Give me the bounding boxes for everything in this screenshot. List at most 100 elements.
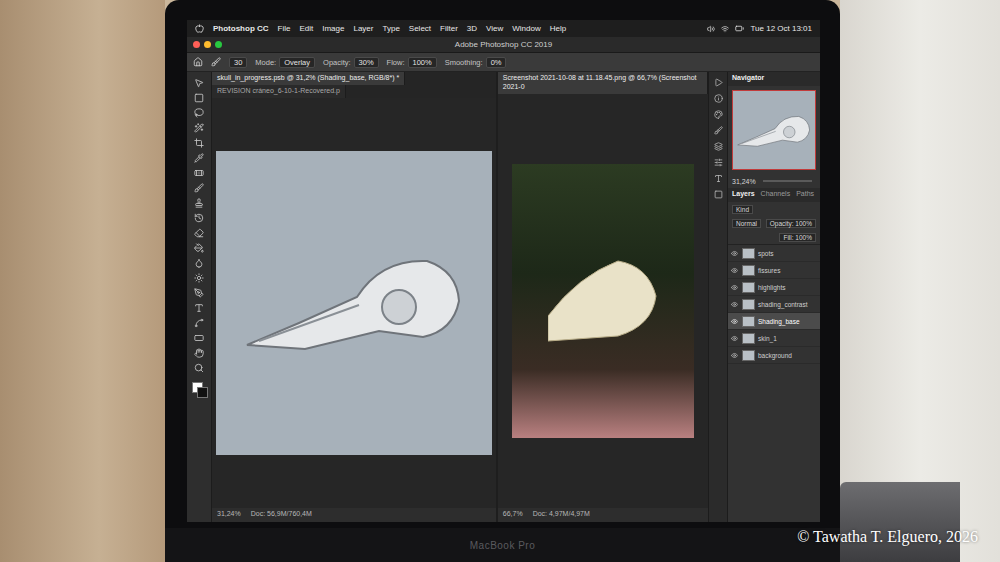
eye-icon[interactable] <box>731 250 738 257</box>
close-button[interactable] <box>193 41 200 48</box>
tool-icon[interactable] <box>194 258 204 268</box>
navigator-preview[interactable] <box>732 90 816 170</box>
tool-icon[interactable] <box>194 363 204 373</box>
layer-row[interactable]: fissures <box>728 262 820 279</box>
tool-icon[interactable] <box>194 153 204 163</box>
menu-item[interactable]: File <box>278 24 291 33</box>
canvas[interactable] <box>212 98 496 509</box>
zoom-value[interactable]: 31,24% <box>732 178 756 185</box>
visibility-toggle[interactable] <box>731 335 739 342</box>
panel-icon[interactable] <box>714 142 723 151</box>
menu-item[interactable]: Window <box>512 24 540 33</box>
eye-icon[interactable] <box>731 335 738 342</box>
visibility-toggle[interactable] <box>731 284 739 291</box>
background-swatch[interactable] <box>197 387 208 398</box>
document-tab[interactable]: Screenshot 2021-10-08 at 11.18.45.png @ … <box>498 72 708 94</box>
panel-icon[interactable] <box>714 126 723 135</box>
eye-icon[interactable] <box>731 301 738 308</box>
visibility-toggle[interactable] <box>731 250 739 257</box>
brush-icon[interactable] <box>211 57 221 67</box>
eye-icon[interactable] <box>731 318 738 325</box>
brush-size[interactable]: 30 <box>229 57 247 68</box>
menu-item[interactable]: Image <box>322 24 344 33</box>
layer-row[interactable]: background <box>728 347 820 364</box>
option-value[interactable]: 30% <box>354 57 379 68</box>
menu-item[interactable]: 3D <box>467 24 477 33</box>
tool-icon[interactable] <box>194 168 204 178</box>
workspace: skull_in_progress.psb @ 31,2% (Shading_b… <box>187 72 820 522</box>
canvas[interactable] <box>498 94 708 509</box>
title-bar: Adobe Photoshop CC 2019 <box>187 37 820 53</box>
menu-item[interactable]: Filter <box>440 24 458 33</box>
panel-icon[interactable] <box>714 158 723 167</box>
panel-icon[interactable] <box>714 190 723 199</box>
layer-opacity[interactable]: Opacity: 100% <box>766 219 816 228</box>
menu-item[interactable]: Help <box>550 24 566 33</box>
tool-icon[interactable] <box>194 228 204 238</box>
tool-icon[interactable] <box>194 288 204 298</box>
layer-row[interactable]: skin_1 <box>728 330 820 347</box>
artboard[interactable] <box>216 151 492 455</box>
tool-icon[interactable] <box>194 348 204 358</box>
menu-item[interactable]: Layer <box>353 24 373 33</box>
document-tab[interactable]: skull_in_progress.psb @ 31,2% (Shading_b… <box>212 72 405 85</box>
apple-icon[interactable] <box>195 24 204 33</box>
tool-icon[interactable] <box>194 273 204 283</box>
tool-icon[interactable] <box>194 123 204 133</box>
volume-icon[interactable] <box>707 25 715 33</box>
panel-tab[interactable]: Layers <box>732 190 755 200</box>
panel-icon[interactable] <box>714 110 723 119</box>
visibility-toggle[interactable] <box>731 267 739 274</box>
option-value[interactable]: 100% <box>408 57 437 68</box>
layer-row[interactable]: spots <box>728 245 820 262</box>
option-label: Opacity: <box>323 58 351 67</box>
tool-icon[interactable] <box>194 318 204 328</box>
visibility-toggle[interactable] <box>731 301 739 308</box>
eye-icon[interactable] <box>731 284 738 291</box>
blend-mode[interactable]: Normal <box>732 219 761 228</box>
panel-tab[interactable]: Navigator <box>732 74 764 84</box>
tool-icon[interactable] <box>194 78 204 88</box>
panel-tab[interactable]: Channels <box>761 190 791 200</box>
tool-icon[interactable] <box>194 108 204 118</box>
tool-icon[interactable] <box>194 333 204 343</box>
menu-item[interactable]: Select <box>409 24 431 33</box>
tool-icon[interactable] <box>194 138 204 148</box>
tool-icon[interactable] <box>194 93 204 103</box>
filter-field[interactable]: Kind <box>732 205 753 214</box>
layer-row[interactable]: Shading_base <box>728 313 820 330</box>
zoom-button[interactable] <box>215 41 222 48</box>
zoom-slider[interactable] <box>763 180 812 182</box>
tool-icon[interactable] <box>194 303 204 313</box>
document-tab[interactable]: REVISION cráneo_6-10-1-Recovered.p <box>212 85 346 98</box>
panel-icon[interactable] <box>714 78 723 87</box>
layer-row[interactable]: highlights <box>728 279 820 296</box>
menu-item[interactable]: Photoshop CC <box>213 24 269 33</box>
tool-icon[interactable] <box>194 183 204 193</box>
panel-tab[interactable]: Paths <box>796 190 814 200</box>
tool-icon[interactable] <box>194 243 204 253</box>
color-swatches[interactable] <box>192 382 206 396</box>
zoom-level[interactable]: 66,7% <box>503 510 523 520</box>
battery-icon[interactable] <box>735 24 744 33</box>
menu-item[interactable]: Type <box>382 24 399 33</box>
visibility-toggle[interactable] <box>731 318 739 325</box>
layer-row[interactable]: shading_contrast <box>728 296 820 313</box>
clock[interactable]: Tue 12 Oct 13:01 <box>750 24 812 33</box>
option-value[interactable]: Overlay <box>279 57 315 68</box>
tool-icon[interactable] <box>194 213 204 223</box>
visibility-toggle[interactable] <box>731 352 739 359</box>
panel-icon[interactable] <box>714 94 723 103</box>
menu-item[interactable]: Edit <box>299 24 313 33</box>
zoom-level[interactable]: 31,24% <box>217 510 241 520</box>
panel-icon[interactable] <box>714 174 723 183</box>
option-value[interactable]: 0% <box>486 57 507 68</box>
home-icon[interactable] <box>193 57 203 67</box>
layer-fill[interactable]: Fill: 100% <box>779 233 816 242</box>
eye-icon[interactable] <box>731 267 738 274</box>
minimize-button[interactable] <box>204 41 211 48</box>
eye-icon[interactable] <box>731 352 738 359</box>
tool-icon[interactable] <box>194 198 204 208</box>
wifi-icon[interactable] <box>721 25 729 33</box>
menu-item[interactable]: View <box>486 24 503 33</box>
